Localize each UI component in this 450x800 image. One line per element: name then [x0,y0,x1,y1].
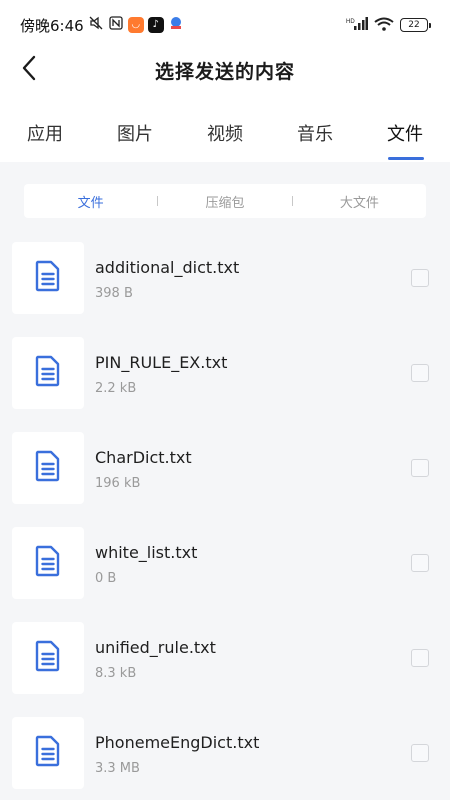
file-thumbnail [12,622,84,694]
active-tab-indicator [388,157,424,160]
file-name: CharDict.txt [95,448,192,467]
file-thumbnail [12,717,84,789]
file-size: 3.3 MB [95,761,140,776]
document-icon [35,735,61,771]
document-icon [35,640,61,676]
list-item[interactable]: unified_rule.txt 8.3 kB [0,622,450,694]
segment-large-files[interactable]: 大文件 [293,192,426,211]
file-name: additional_dict.txt [95,258,240,277]
status-time: 傍晚6:46 [20,16,84,35]
file-name: white_list.txt [95,543,198,562]
file-type-segment: 文件 压缩包 大文件 [24,184,426,218]
file-name: PhonemeEngDict.txt [95,733,260,752]
file-size: 8.3 kB [95,666,137,681]
file-name: unified_rule.txt [95,638,216,657]
segment-archives[interactable]: 压缩包 [158,192,291,211]
tiktok-app-icon: ♪ [147,17,164,33]
chevron-left-icon [21,55,37,85]
battery-indicator: 22 [400,18,431,32]
file-name: PIN_RULE_EX.txt [95,353,228,372]
document-icon [35,450,61,486]
segment-files[interactable]: 文件 [24,192,157,211]
file-thumbnail [12,527,84,599]
select-checkbox[interactable] [411,744,429,762]
tab-files[interactable]: 文件 [387,120,423,146]
page-title: 选择发送的内容 [154,60,295,83]
mute-icon [88,15,104,35]
select-checkbox[interactable] [411,459,429,477]
file-thumbnail [12,242,84,314]
select-checkbox[interactable] [411,364,429,382]
back-button[interactable] [14,54,44,86]
signal-icon: HD [346,16,368,35]
file-size: 196 kB [95,476,141,491]
file-size: 398 B [95,286,133,301]
nfc-icon [108,15,124,35]
status-right: HD 22 [346,16,431,35]
category-tabs: 应用 图片 视频 音乐 文件 [0,90,450,162]
status-bar: 傍晚6:46 ◡ ♪ HD 22 [0,0,450,50]
select-checkbox[interactable] [411,554,429,572]
wifi-icon [374,16,394,35]
select-checkbox[interactable] [411,269,429,287]
taobao-app-icon: ◡ [127,17,144,33]
document-icon [35,545,61,581]
tab-music[interactable]: 音乐 [297,120,333,146]
list-item[interactable]: CharDict.txt 196 kB [0,432,450,504]
list-item[interactable]: PIN_RULE_EX.txt 2.2 kB [0,337,450,409]
file-thumbnail [12,432,84,504]
status-notification-icons: ◡ ♪ [88,15,184,35]
list-item[interactable]: additional_dict.txt 398 B [0,242,450,314]
tab-videos[interactable]: 视频 [207,120,243,146]
tab-images[interactable]: 图片 [117,120,153,146]
list-item[interactable]: white_list.txt 0 B [0,527,450,599]
file-size: 2.2 kB [95,381,137,396]
file-size: 0 B [95,571,117,586]
document-icon [35,260,61,296]
notification-app-icon [168,15,184,35]
document-icon [35,355,61,391]
file-thumbnail [12,337,84,409]
svg-text:HD: HD [346,19,355,25]
title-bar: 选择发送的内容 [0,50,450,90]
list-item[interactable]: PhonemeEngDict.txt 3.3 MB [0,717,450,789]
select-checkbox[interactable] [411,649,429,667]
tab-apps[interactable]: 应用 [27,120,63,146]
